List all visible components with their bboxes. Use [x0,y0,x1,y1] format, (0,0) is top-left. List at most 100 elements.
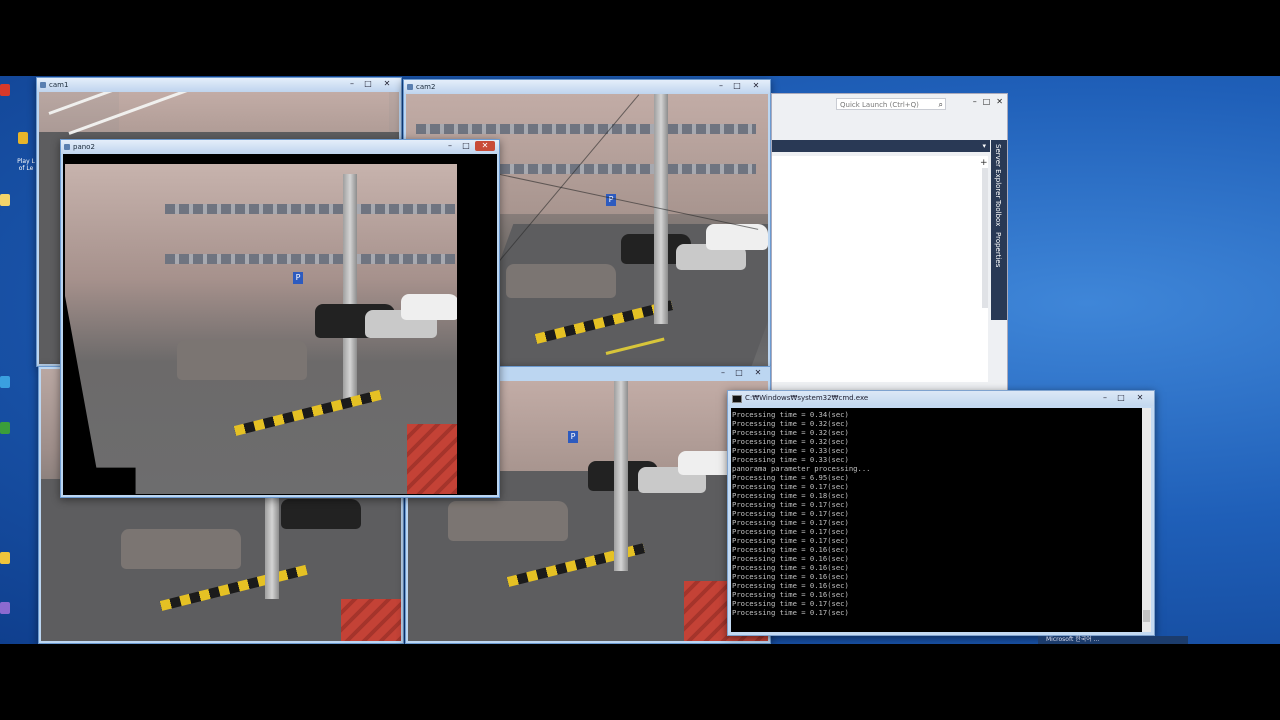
maximize-button[interactable]: □ [459,141,473,151]
quick-launch-input[interactable]: Quick Launch (Ctrl+Q) ⌕ [836,98,946,110]
console-line: Processing time = 0.17(sec) [732,518,849,527]
add-icon[interactable]: + [980,158,988,168]
close-button[interactable]: ✕ [1130,393,1150,403]
console-line: Processing time = 0.16(sec) [732,590,849,599]
pano2-title: pano2 [73,143,95,151]
desktop-icon-file[interactable] [0,194,14,206]
minimize-button[interactable]: – [716,368,730,378]
console-line: Processing time = 6.95(sec) [732,473,849,482]
desktop-icon-warning[interactable] [0,84,14,96]
close-button[interactable]: ✕ [475,141,495,151]
red-roof [407,424,457,494]
close-button[interactable]: ✕ [377,79,397,89]
desktop-icon-app[interactable] [0,602,14,614]
utility-pole [614,381,628,571]
tab-properties[interactable]: Properties [994,232,1002,267]
panorama-frame: P [63,154,497,495]
maximize-button[interactable]: □ [730,81,744,91]
cam1-title: cam1 [49,81,69,89]
minimize-button[interactable]: – [1098,393,1112,403]
console-line: Processing time = 0.17(sec) [732,536,849,545]
console-line: Processing time = 0.17(sec) [732,527,849,536]
desktop-icon-green[interactable] [0,422,14,434]
tab-server-explorer[interactable]: Server Explorer [994,144,1002,198]
desktop-icon-playlist[interactable] [18,132,32,144]
desktop-icon-chart[interactable] [0,376,14,388]
building-windows [165,204,455,214]
vs-editor-area[interactable] [772,156,988,382]
console-line: Processing time = 0.16(sec) [732,563,849,572]
console-lines: Processing time = 0.34(sec) Processing t… [731,408,1142,617]
car [281,499,361,529]
vs-side-panel: Server Explorer Toolbox Properties [991,140,1007,320]
console-line: Processing time = 0.34(sec) [732,410,849,419]
hazard-barrier [233,389,382,436]
vs-scrollbar[interactable] [982,168,988,308]
panorama-stitched-image: P [65,164,457,494]
parking-sign: P [606,194,616,206]
console-line: Processing time = 0.17(sec) [732,509,849,518]
red-roof [341,599,401,641]
minimize-button[interactable]: – [714,81,728,91]
scrollbar-thumb[interactable] [1143,610,1150,622]
parking-sign: P [568,431,578,443]
minimize-button[interactable]: – [345,79,359,89]
console-line: Processing time = 0.16(sec) [732,545,849,554]
maximize-button[interactable]: □ [983,97,991,106]
cam1-titlebar[interactable]: cam1 – □ ✕ [37,78,401,92]
pano2-window[interactable]: pano2 – □ ✕ P [60,139,500,498]
car [448,501,568,541]
chevron-down-icon[interactable]: ▾ [982,140,986,152]
letterbox-top [0,0,1280,76]
maximize-button[interactable]: □ [1114,393,1128,403]
cmd-titlebar[interactable]: C:₩Windows₩system32₩cmd.exe – □ ✕ [728,391,1154,406]
window-icon [64,144,70,150]
console-line: Processing time = 0.32(sec) [732,419,849,428]
letterbox-bottom [0,644,1280,720]
building-windows [416,124,756,134]
console-line: panorama parameter processing... [732,464,871,473]
utility-pole [343,174,357,404]
desktop-icon-yellow[interactable] [0,552,14,564]
desktop-icon-playlist-label: Play L of Le [17,158,35,172]
window-icon [40,82,46,88]
visual-studio-window[interactable]: Quick Launch (Ctrl+Q) ⌕ – □ ✕ ▾ + Server… [771,93,1008,391]
vs-titlebar[interactable]: Quick Launch (Ctrl+Q) ⌕ – □ ✕ [772,94,1007,140]
console-line: Processing time = 0.16(sec) [732,581,849,590]
taskbar-notification[interactable]: Microsoft 한국어 ... [1038,636,1188,644]
cmd-window[interactable]: C:₩Windows₩system32₩cmd.exe – □ ✕ Proces… [727,390,1155,636]
cmd-scrollbar[interactable] [1142,408,1151,632]
search-icon: ⌕ [938,100,943,109]
car [506,264,616,298]
car [401,294,457,320]
vs-tab-strip[interactable]: ▾ [772,140,990,152]
console-line: Processing time = 0.18(sec) [732,491,849,500]
close-button[interactable]: ✕ [746,81,766,91]
console-line: Processing time = 0.33(sec) [732,455,849,464]
console-line: Processing time = 0.16(sec) [732,572,849,581]
console-line: Processing time = 0.17(sec) [732,482,849,491]
cam2-title: cam2 [416,83,436,91]
cmd-title: C:₩Windows₩system32₩cmd.exe [745,394,869,402]
console-line: Processing time = 0.17(sec) [732,608,849,617]
tab-toolbox[interactable]: Toolbox [994,200,1002,226]
close-button[interactable]: ✕ [748,368,768,378]
cam2-titlebar[interactable]: cam2 – □ ✕ [404,80,770,94]
minimize-button[interactable]: – [973,97,977,106]
car [706,224,768,250]
maximize-button[interactable]: □ [361,79,375,89]
window-icon [407,84,413,90]
pano2-titlebar[interactable]: pano2 – □ ✕ [61,140,499,154]
minimize-button[interactable]: – [443,141,457,151]
cmd-icon [732,395,742,403]
utility-pole [265,489,279,599]
parking-sign: P [293,272,303,284]
console-line: Processing time = 0.17(sec) [732,599,849,608]
car [177,340,307,380]
quick-launch-placeholder: Quick Launch (Ctrl+Q) [840,101,919,109]
building-windows [165,254,455,264]
console-output[interactable]: Processing time = 0.34(sec) Processing t… [731,408,1142,632]
maximize-button[interactable]: □ [732,368,746,378]
close-button[interactable]: ✕ [996,97,1003,106]
console-line: Processing time = 0.32(sec) [732,428,849,437]
